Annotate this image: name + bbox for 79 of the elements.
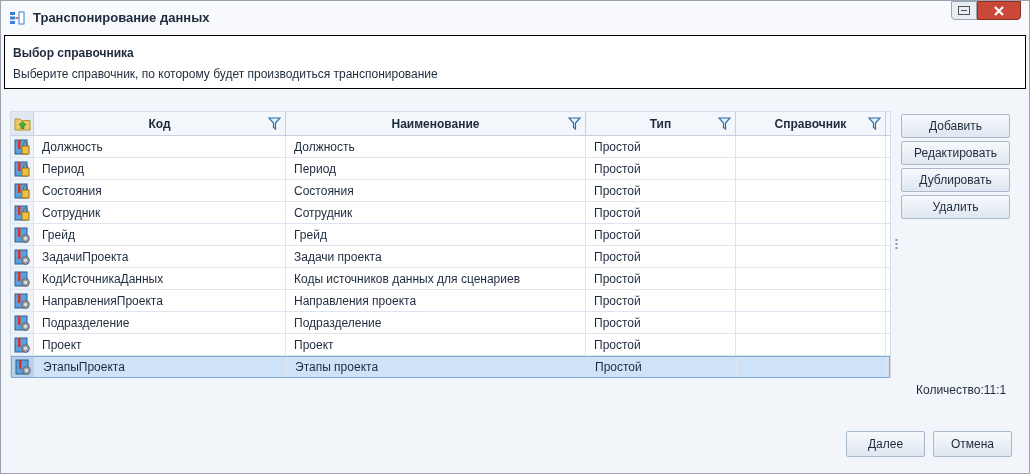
filter-icon[interactable] <box>568 117 581 130</box>
record-count: Количество:11:1 <box>916 382 1008 399</box>
table-cell: ЭтапыПроекта <box>35 357 287 377</box>
step-title: Выбор справочника <box>13 45 135 62</box>
table-cell: КодИсточникаДанных <box>34 268 286 289</box>
column-header[interactable]: Справочник <box>736 112 886 135</box>
table-cell: Простой <box>586 312 736 333</box>
restore-button[interactable] <box>951 1 977 20</box>
table-cell: Простой <box>586 136 736 157</box>
table-row[interactable]: Должность Должность Простой <box>11 136 890 158</box>
table-cell: ЗадачиПроекта <box>34 246 286 267</box>
dialog-button[interactable]: Отмена <box>933 431 1012 457</box>
gear-book-icon <box>14 292 30 309</box>
close-button[interactable] <box>977 1 1021 20</box>
table-cell: Простой <box>586 202 736 223</box>
table-cell: Простой <box>586 268 736 289</box>
table-cell: Направления проекта <box>286 290 586 311</box>
action-button[interactable]: Удалить <box>901 195 1010 219</box>
table-cell: Простой <box>586 290 736 311</box>
column-header[interactable]: Наименование <box>286 112 586 135</box>
close-icon <box>993 5 1005 16</box>
lock-book-icon <box>14 160 30 177</box>
lock-book-icon <box>14 182 30 199</box>
table-row[interactable]: КодИсточникаДанных Коды источников данных для сценариев Простой <box>11 268 890 290</box>
table-cell: Сотрудник <box>286 202 586 223</box>
filter-icon[interactable] <box>868 117 881 130</box>
table-row[interactable]: НаправленияПроекта Направления проекта Простой <box>11 290 890 312</box>
filter-icon[interactable] <box>268 117 281 130</box>
table-row[interactable]: Состояния Состояния Простой <box>11 180 890 202</box>
gear-book-icon <box>14 248 30 265</box>
step-description: Выберите справочник, по которому будет производиться транспонирование <box>13 66 439 83</box>
gear-book-icon <box>14 226 30 243</box>
splitter-handle-icon[interactable] <box>894 238 898 250</box>
action-button[interactable]: Добавить <box>901 114 1010 138</box>
gear-book-icon <box>14 336 30 353</box>
table-row[interactable]: Период Период Простой <box>11 158 890 180</box>
table-cell: Должность <box>286 136 586 157</box>
table-cell: Грейд <box>286 224 586 245</box>
lock-book-icon <box>14 204 30 221</box>
gear-book-icon <box>14 270 30 287</box>
table-cell: Этапы проекта <box>287 357 587 377</box>
table-cell: Подразделение <box>286 312 586 333</box>
table-cell: НаправленияПроекта <box>34 290 286 311</box>
table-row[interactable]: Грейд Грейд Простой <box>11 224 890 246</box>
table-cell: Проект <box>286 334 586 355</box>
table-row[interactable]: ЭтапыПроекта Этапы проекта Простой <box>11 356 890 378</box>
table-row[interactable]: Подразделение Подразделение Простой <box>11 312 890 334</box>
lock-book-icon <box>14 138 30 155</box>
table-cell: Период <box>286 158 586 179</box>
table-cell: Грейд <box>34 224 286 245</box>
folder-up-icon[interactable] <box>13 116 31 131</box>
window-title: Транспонирование данных <box>33 9 210 28</box>
action-button[interactable]: Дублировать <box>901 168 1010 192</box>
column-header[interactable]: Тип <box>586 112 736 135</box>
action-button[interactable]: Редактировать <box>901 141 1010 165</box>
gear-book-icon <box>15 359 31 375</box>
column-header[interactable]: Код <box>34 112 286 135</box>
table-row[interactable]: ЗадачиПроекта Задачи проекта Простой <box>11 246 890 268</box>
restore-icon <box>958 6 970 15</box>
table-cell: Задачи проекта <box>286 246 586 267</box>
table-cell: Подразделение <box>34 312 286 333</box>
table-cell: Простой <box>587 357 737 377</box>
table-row[interactable]: Сотрудник Сотрудник Простой <box>11 202 890 224</box>
table-cell: Период <box>34 158 286 179</box>
table-cell: Простой <box>586 180 736 201</box>
table-cell: Состояния <box>34 180 286 201</box>
gear-book-icon <box>14 314 30 331</box>
table-cell: Простой <box>586 246 736 267</box>
table-cell: Сотрудник <box>34 202 286 223</box>
table-cell: Простой <box>586 224 736 245</box>
table-cell: Должность <box>34 136 286 157</box>
columns-icon <box>9 10 25 26</box>
filter-icon[interactable] <box>718 117 731 130</box>
table-cell: Простой <box>586 158 736 179</box>
table-cell: Простой <box>586 334 736 355</box>
table-cell: Коды источников данных для сценариев <box>286 268 586 289</box>
table-cell: Состояния <box>286 180 586 201</box>
table-cell: Проект <box>34 334 286 355</box>
dialog-button[interactable]: Далее <box>846 431 925 457</box>
